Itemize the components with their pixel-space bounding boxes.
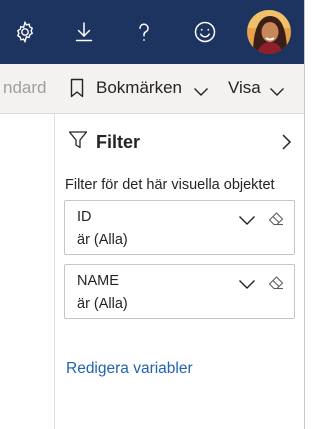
download-icon[interactable] (68, 16, 100, 48)
question-icon[interactable] (128, 16, 160, 48)
filter-field-name: NAME (77, 273, 119, 289)
filter-field-value: är (Alla) (77, 232, 128, 248)
view-label: Visa (228, 78, 261, 97)
user-avatar[interactable] (247, 10, 291, 54)
report-canvas[interactable] (0, 114, 55, 429)
filter-card-name[interactable]: NAME är (Alla) (64, 264, 295, 319)
filter-field-value: är (Alla) (77, 296, 128, 312)
standard-button[interactable]: ndard (0, 64, 56, 114)
edit-variables-link[interactable]: Redigera variabler (66, 360, 193, 378)
smiley-icon[interactable] (189, 16, 221, 48)
top-bar (0, 0, 304, 64)
chevron-down-icon[interactable] (238, 277, 256, 295)
filter-card-id[interactable]: ID är (Alla) (64, 200, 295, 255)
chevron-down-icon[interactable] (238, 213, 256, 231)
filter-title: Filter (96, 131, 141, 152)
eraser-icon[interactable] (268, 276, 284, 295)
report-toolbar: ndard Bokmärken Visa (0, 64, 304, 114)
bookmarks-label: Bokmärken (96, 78, 182, 97)
funnel-icon (68, 130, 88, 155)
bookmarks-button[interactable]: Bokmärken (64, 64, 216, 114)
gear-icon[interactable] (9, 16, 41, 48)
chevron-down-icon (269, 84, 285, 102)
filter-header: Filter (68, 130, 140, 154)
app-window: ndard Bokmärken Visa Filter Filter för d… (0, 0, 305, 429)
standard-label: ndard (3, 78, 47, 97)
filter-field-name: ID (77, 209, 92, 225)
section-label: Filter för det här visuella objektet (65, 177, 275, 193)
chevron-down-icon (193, 84, 209, 102)
eraser-icon[interactable] (268, 212, 284, 231)
filter-pane: Filter Filter för det här visuella objek… (56, 114, 304, 429)
view-button[interactable]: Visa (222, 64, 302, 114)
chevron-right-icon[interactable] (278, 132, 294, 152)
bookmark-icon (70, 78, 84, 103)
